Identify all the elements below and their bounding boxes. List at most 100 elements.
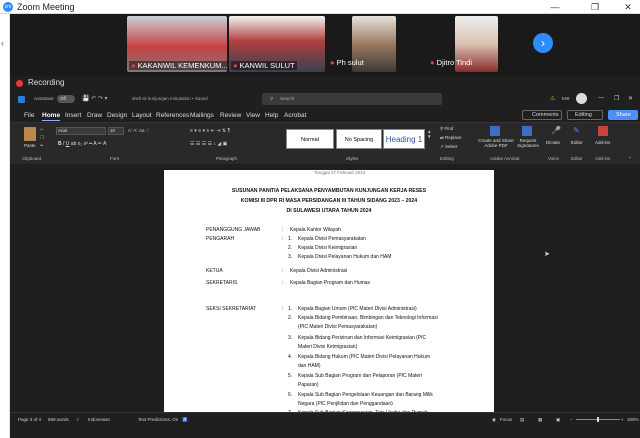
request-signatures-label[interactable]: Request Signatures xyxy=(516,138,540,148)
participant-tile[interactable]: ● KANWIL SULUT xyxy=(229,16,325,72)
zoom-level[interactable]: 100% xyxy=(627,417,639,422)
mouse-cursor-icon: ➤ xyxy=(544,251,550,258)
tab-mailings[interactable]: Mailings xyxy=(190,111,214,120)
tab-view[interactable]: View xyxy=(246,111,260,120)
ribbon-tabs: File Home Insert Draw Design Layout Refe… xyxy=(10,109,640,122)
tab-review[interactable]: Review xyxy=(220,111,241,120)
section-value: Kepala Divisi Administrasi xyxy=(290,268,348,274)
copy-icon[interactable]: ❐ xyxy=(40,135,44,141)
minimize-icon[interactable]: — xyxy=(545,0,565,14)
font-format-icons[interactable]: B I U ab x₂ x² ━ A ✏ A xyxy=(58,141,106,147)
item-number: 1. xyxy=(288,306,293,312)
dictate-label[interactable]: Dictate xyxy=(546,140,560,145)
cut-icon[interactable]: ✂ xyxy=(40,127,44,133)
close-icon[interactable]: ✕ xyxy=(628,95,633,102)
chevron-left-icon[interactable]: ‹ xyxy=(1,38,4,48)
mic-muted-icon: ● xyxy=(330,58,335,67)
select-button[interactable]: ↗ Select xyxy=(440,144,458,150)
restore-icon[interactable]: ❐ xyxy=(614,95,619,102)
section-value: Kepala Kantor Wilayah xyxy=(290,227,341,233)
group-add-ins: Add-ins xyxy=(595,156,611,161)
format-painter-icon[interactable]: ✒ xyxy=(40,143,44,149)
list-icons[interactable]: ≡ ▾ ≡ ▾ ≡ ⇤ ⇥ ⇅ ¶ xyxy=(190,128,230,134)
window-title: Zoom Meeting xyxy=(17,2,75,12)
accessibility-icon[interactable]: ♿ xyxy=(182,417,188,423)
replace-button[interactable]: ⇄ Replace xyxy=(440,135,462,141)
doc-heading-line: KOMISI III DPR RI MASA PERSIDANGAN III T… xyxy=(240,198,418,204)
read-mode-icon[interactable]: ▤ xyxy=(520,417,524,423)
section-label: SEKRETARIS xyxy=(206,280,238,286)
editor-label[interactable]: Editor xyxy=(571,140,583,145)
warning-icon[interactable]: ⚠ xyxy=(550,95,555,102)
alignment-icons[interactable]: ☰ ☰ ☰ ☰ ↕ ◢ ▣ xyxy=(190,141,227,147)
create-pdf-icon[interactable] xyxy=(490,126,500,136)
item-text: Materi Divisi Keimigrasian) xyxy=(298,344,358,350)
editor-icon[interactable]: ✎ xyxy=(573,126,580,135)
participant-name: ● Ph sulut xyxy=(330,58,364,67)
item-number: 2. xyxy=(288,245,293,251)
document-page[interactable]: Tanggal 27 Februari 2024 SUSUNAN PANITIA… xyxy=(164,170,494,416)
comments-label: Comments xyxy=(532,112,559,118)
close-icon[interactable]: ✕ xyxy=(618,0,638,14)
next-page-button[interactable]: › xyxy=(533,33,553,53)
collapse-ribbon-icon[interactable]: ⌄ xyxy=(628,154,632,160)
microphone-icon[interactable]: 🎤 xyxy=(551,126,561,135)
request-signatures-icon[interactable] xyxy=(522,126,532,136)
font-grow-shrink-icons[interactable]: Aˆ Aˇ Aa ♡ xyxy=(128,128,150,134)
style-heading-1[interactable]: Heading 1 xyxy=(383,129,425,149)
item-text: Kepala Bidang Hukum (PIC Materi Divisi P… xyxy=(298,354,431,360)
quick-access-icons[interactable]: 💾 ↶ ↷ ▾ xyxy=(82,95,108,102)
item-text: dan HAM) xyxy=(298,363,321,369)
participant-tile[interactable]: ● KAKANWIL KEMENKUM... xyxy=(127,16,227,72)
mic-muted-icon: ● xyxy=(430,58,435,67)
addins-icon[interactable] xyxy=(598,126,608,136)
text-predictions[interactable]: Text Predictions: On xyxy=(138,417,178,422)
restore-icon[interactable]: ❐ xyxy=(585,0,605,14)
tab-references[interactable]: References xyxy=(156,111,189,120)
paste-icon[interactable] xyxy=(24,127,36,141)
mic-muted-icon: ● xyxy=(131,61,136,70)
group-adobe-acrobat: Adobe Acrobat xyxy=(490,156,520,161)
group-styles: Styles xyxy=(346,156,359,161)
style-no-spacing[interactable]: No Spacing xyxy=(336,129,382,149)
tab-layout[interactable]: Layout xyxy=(132,111,152,120)
addins-label[interactable]: Add-ins xyxy=(595,140,610,145)
item-text: Kepala Sub Bagian Pengelolaan Keuangan d… xyxy=(298,392,433,398)
group-font: Font xyxy=(110,156,120,161)
focus-label[interactable]: Focus xyxy=(500,417,512,422)
item-number: 5. xyxy=(288,373,293,379)
tab-home[interactable]: Home xyxy=(42,111,61,121)
share-label: Share xyxy=(616,112,631,118)
word-count[interactable]: 659 words xyxy=(48,417,69,422)
avatar[interactable] xyxy=(576,93,587,104)
item-number: 1. xyxy=(288,236,293,242)
tab-file[interactable]: File xyxy=(24,111,34,120)
focus-icon[interactable]: ◉ xyxy=(492,417,496,423)
participant-name: ● Djitro Tindi xyxy=(430,58,473,67)
zoom-slider-handle[interactable] xyxy=(597,417,599,422)
minimize-icon[interactable]: — xyxy=(598,95,604,101)
create-share-pdf-label[interactable]: Create and Share Adobe PDF xyxy=(476,138,516,148)
zoom-out-icon[interactable]: − xyxy=(570,417,573,422)
tab-design[interactable]: Design xyxy=(107,111,127,120)
item-text: Kepala Bidang Perizinan dan Informasi Ke… xyxy=(298,335,427,341)
tab-help[interactable]: Help xyxy=(265,111,278,120)
left-panel-strip: ‹ xyxy=(0,14,10,438)
tab-insert[interactable]: Insert xyxy=(65,111,81,120)
language[interactable]: Indonesian xyxy=(88,417,110,422)
page-count[interactable]: Page 3 of 4 xyxy=(18,417,41,422)
print-layout-icon[interactable]: ▦ xyxy=(538,417,542,423)
styles-scroll-icon[interactable]: ▲ ▼ xyxy=(427,129,431,139)
item-text: Kepala Bidang Pembinaan, Bimbingan dan T… xyxy=(298,315,438,321)
item-text: Negara (PIC Penjilidan dan Penggandaan) xyxy=(298,401,393,407)
tab-draw[interactable]: Draw xyxy=(87,111,102,120)
proofing-icon[interactable]: ✓ xyxy=(76,417,80,423)
paste-label: Paste xyxy=(24,143,36,148)
web-layout-icon[interactable]: ▣ xyxy=(556,417,560,423)
zoom-in-icon[interactable]: + xyxy=(621,417,624,422)
style-normal[interactable]: Normal xyxy=(286,129,334,149)
item-text: Kepala Divisi Pemasyarakatan xyxy=(298,236,366,242)
tab-acrobat[interactable]: Acrobat xyxy=(284,111,306,120)
item-number: 2. xyxy=(288,315,293,321)
find-button[interactable]: ⚲ Find xyxy=(440,126,453,132)
